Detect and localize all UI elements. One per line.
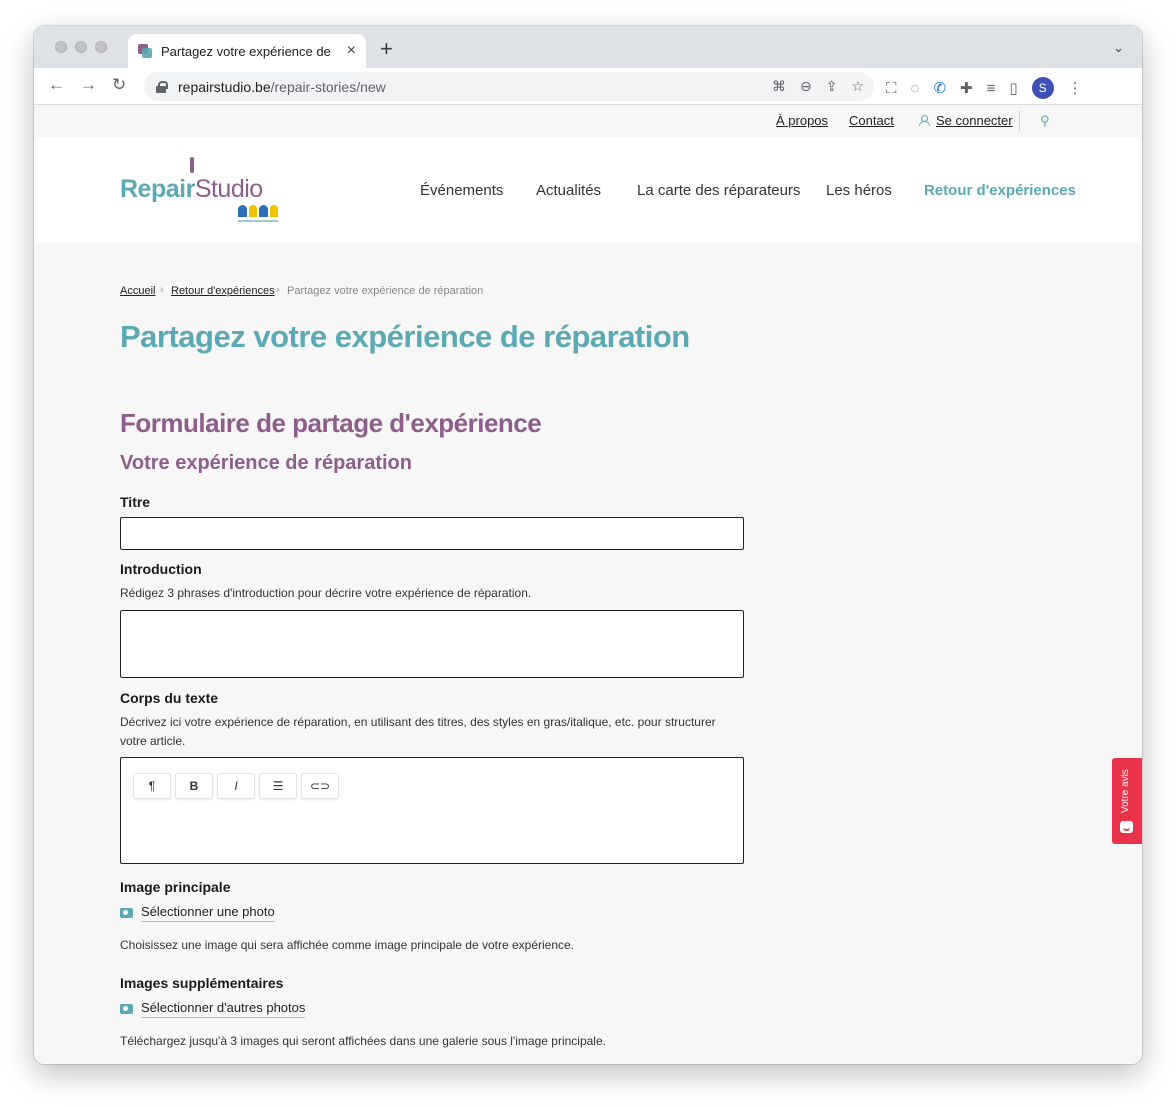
- breadcrumb-home[interactable]: Accueil: [120, 285, 155, 297]
- logo-tagline: [238, 220, 278, 222]
- body-editor[interactable]: ¶ B I ☰ ⊂⊃: [120, 757, 744, 864]
- favicon-icon: [138, 44, 152, 58]
- logo-mark: [238, 205, 278, 217]
- close-window-button[interactable]: [55, 41, 67, 53]
- breadcrumb-chevron-icon: ›: [276, 284, 280, 296]
- select-photo[interactable]: Sélectionner une photo: [120, 904, 275, 922]
- user-icon: [918, 115, 930, 126]
- zoom-window-button[interactable]: [95, 41, 107, 53]
- breadcrumb-parent[interactable]: Retour d'expériences: [171, 285, 275, 297]
- share-icon[interactable]: ⇪: [826, 78, 838, 95]
- breadcrumb-current: Partagez votre expérience de réparation: [287, 285, 484, 297]
- nav-retour-experiences[interactable]: Retour d'expériences: [924, 182, 1076, 199]
- bookmark-star-icon[interactable]: ☆: [851, 78, 864, 95]
- reload-icon[interactable]: ↻: [112, 76, 126, 93]
- smiley-icon: [1120, 821, 1133, 833]
- window-controls: [55, 41, 107, 53]
- tab-close-icon[interactable]: ×: [347, 43, 356, 59]
- nav-actualites[interactable]: Actualités: [536, 182, 601, 199]
- side-panel-icon[interactable]: ▯: [1009, 79, 1017, 97]
- italic-button[interactable]: I: [217, 773, 255, 799]
- more-images-label: Images supplémentaires: [120, 975, 284, 991]
- site-top-bar: À propos Contact Se connecter ⚲: [34, 106, 1142, 137]
- tab-strip: Partagez votre expérience de réparation …: [34, 26, 1142, 68]
- search-icon[interactable]: ⚲: [1040, 113, 1050, 129]
- site-header: RepairStudio Événements Actualités La ca…: [34, 137, 1142, 243]
- bold-button[interactable]: B: [175, 773, 213, 799]
- form-title: Formulaire de partage d'expérience: [120, 408, 542, 438]
- lock-icon[interactable]: [156, 80, 168, 93]
- chevron-down-icon[interactable]: ⌄: [1113, 40, 1124, 56]
- titre-input[interactable]: [120, 517, 744, 550]
- select-photo-link[interactable]: Sélectionner une photo: [141, 904, 275, 922]
- url-path: /repair-stories/new: [270, 78, 386, 95]
- select-more-photos-link[interactable]: Sélectionner d'autres photos: [141, 1000, 306, 1018]
- section-title: Votre expérience de réparation: [120, 452, 412, 474]
- nav-evenements[interactable]: Événements: [420, 182, 503, 199]
- link-button[interactable]: ⊂⊃: [301, 773, 339, 799]
- login-link[interactable]: Se connecter: [936, 113, 1013, 128]
- extensions-icon[interactable]: ✚: [960, 79, 973, 97]
- phone-icon[interactable]: ✆: [933, 79, 946, 97]
- image-help: Choisissez une image qui sera affichée c…: [120, 938, 575, 952]
- menu-dots-icon[interactable]: ⋮: [1068, 79, 1083, 97]
- translate-icon[interactable]: ⌘: [772, 78, 786, 95]
- body-label: Corps du texte: [120, 690, 219, 706]
- body-help: Décrivez ici votre expérience de réparat…: [120, 715, 716, 748]
- camera-icon: [120, 908, 133, 918]
- apropos-link[interactable]: À propos: [776, 113, 828, 128]
- logo-text: RepairStudio: [120, 175, 263, 203]
- intro-help: Rédigez 3 phrases d'introduction pour dé…: [120, 586, 532, 600]
- forward-icon[interactable]: →: [80, 76, 97, 93]
- logo-pin: [190, 157, 194, 173]
- main-content: Accueil › Retour d'expériences › Partage…: [34, 243, 1142, 1064]
- nav-les-heros[interactable]: Les héros: [826, 182, 892, 199]
- contact-link[interactable]: Contact: [849, 113, 894, 128]
- intro-label: Introduction: [120, 561, 202, 577]
- intro-textarea[interactable]: [120, 610, 744, 678]
- feedback-tab[interactable]: Votre avis: [1112, 758, 1142, 844]
- profile-avatar[interactable]: S: [1031, 77, 1054, 99]
- minimize-window-button[interactable]: [75, 41, 87, 53]
- media-icon[interactable]: ≡: [987, 80, 996, 97]
- browser-tab[interactable]: Partagez votre expérience de réparation …: [128, 34, 366, 68]
- nav-carte-reparateurs[interactable]: La carte des réparateurs: [637, 182, 800, 199]
- page-title: Partagez votre expérience de réparation: [120, 319, 690, 354]
- address-bar[interactable]: repairstudio.be/repair-stories/new ⌘ ⊖ ⇪…: [144, 72, 874, 101]
- site-logo[interactable]: RepairStudio: [120, 155, 282, 227]
- more-images-help: Téléchargez jusqu'à 3 images qui seront …: [120, 1034, 606, 1048]
- list-button[interactable]: ☰: [259, 773, 297, 799]
- url-domain: repairstudio.be: [178, 78, 271, 95]
- image-label: Image principale: [120, 879, 231, 895]
- screenshot-icon[interactable]: ⛶: [886, 80, 897, 97]
- browser-window: Partagez votre expérience de réparation …: [34, 26, 1142, 1064]
- editor-toolbar: ¶ B I ☰ ⊂⊃: [133, 773, 339, 799]
- back-icon[interactable]: ←: [48, 76, 65, 93]
- titre-label: Titre: [120, 494, 151, 510]
- new-tab-icon[interactable]: +: [380, 38, 393, 60]
- zoom-icon[interactable]: ⊖: [800, 78, 812, 95]
- eye-off-icon[interactable]: ◌: [911, 80, 920, 97]
- paragraph-button[interactable]: ¶: [133, 773, 171, 799]
- tab-title: Partagez votre expérience de réparation: [161, 43, 333, 59]
- camera-icon: [120, 1004, 133, 1014]
- feedback-label: Votre avis: [1120, 769, 1131, 813]
- select-more-photos[interactable]: Sélectionner d'autres photos: [120, 1000, 306, 1018]
- browser-toolbar: ← → ↻ repairstudio.be/repair-stories/new…: [34, 68, 1142, 105]
- breadcrumb-chevron-icon: ›: [160, 284, 164, 296]
- divider: [1019, 111, 1020, 131]
